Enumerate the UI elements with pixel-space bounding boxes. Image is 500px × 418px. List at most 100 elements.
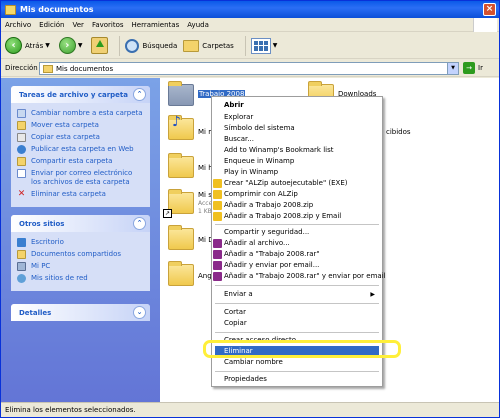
menu-edicion[interactable]: Edición: [39, 21, 64, 29]
folders-icon: [183, 39, 200, 52]
menu-item-explorar[interactable]: Explorar: [224, 112, 253, 123]
menu-archivo[interactable]: Archivo: [5, 21, 31, 29]
task-rename[interactable]: Cambiar nombre a esta carpeta: [17, 109, 144, 118]
menu-item-cambiar-nombre[interactable]: Cambiar nombre: [224, 357, 283, 368]
task-copy-label: Copiar esta carpeta: [31, 133, 100, 141]
title-bar[interactable]: Mis documentos ×: [1, 1, 499, 18]
toolbar-divider: [119, 35, 121, 56]
menu-item-cortar[interactable]: Cortar: [224, 307, 246, 318]
task-publish-label: Publicar esta carpeta en Web: [31, 145, 134, 153]
task-pane: Tareas de archivo y carpeta ⌃ Cambiar no…: [1, 78, 160, 402]
menu-item-add-rar[interactable]: Añadir a "Trabajo 2008.rar": [213, 249, 320, 260]
task-share[interactable]: Compartir esta carpeta: [17, 157, 144, 166]
place-desktop-label: Escritorio: [31, 238, 64, 246]
other-places-title: Otros sitios: [19, 219, 65, 228]
views-button[interactable]: ▼: [250, 37, 281, 54]
folder-ange-icon[interactable]: [168, 261, 194, 286]
place-my-pc[interactable]: Mi PC: [17, 262, 144, 271]
task-delete[interactable]: ✕ Eliminar esta carpeta: [17, 190, 144, 199]
folder-trabajo-icon[interactable]: [168, 81, 194, 106]
alzip-icon: [213, 212, 222, 221]
menu-item-winamp-play[interactable]: Play in Winamp: [224, 167, 278, 178]
folder-mih-icon[interactable]: [168, 153, 194, 178]
menu-separator: [215, 285, 379, 286]
shortcut-sub2: 1 KB: [198, 208, 212, 215]
other-places-header[interactable]: Otros sitios ⌃: [11, 215, 150, 232]
folder-received-label[interactable]: cibidos: [386, 128, 411, 136]
task-publish[interactable]: Publicar esta carpeta en Web: [17, 145, 144, 154]
folders-button[interactable]: Carpetas: [183, 39, 234, 52]
menu-item-winamp-enqueue[interactable]: Enqueue in Winamp: [224, 156, 294, 167]
place-network[interactable]: Mis sitios de red: [17, 274, 144, 283]
menu-item-alzip-compress[interactable]: Comprimir con ALZip: [213, 189, 298, 200]
go-button[interactable]: Ir: [478, 64, 483, 72]
task-rename-label: Cambiar nombre a esta carpeta: [31, 109, 143, 117]
place-shared-docs[interactable]: Documentos compartidos: [17, 250, 144, 259]
go-arrow-icon[interactable]: →: [463, 62, 475, 74]
expand-icon[interactable]: ⌄: [133, 306, 146, 319]
menu-bar: Archivo Edición Ver Favoritos Herramient…: [1, 18, 499, 32]
task-email[interactable]: Enviar por correo electrónico los archiv…: [17, 169, 144, 187]
network-icon: [17, 274, 26, 283]
details-header[interactable]: Detalles ⌄: [11, 304, 150, 321]
menu-item-compartir[interactable]: Compartir y seguridad...: [224, 227, 309, 238]
menu-herramientas[interactable]: Herramientas: [132, 21, 180, 29]
back-label: Atrás: [25, 41, 44, 50]
address-label: Dirección: [5, 64, 38, 72]
menu-item-simbolo[interactable]: Símbolo del sistema: [224, 123, 295, 134]
winrar-icon: [213, 272, 222, 281]
place-shared-docs-label: Documentos compartidos: [31, 250, 122, 258]
menu-item-enviar-a[interactable]: Enviar a ▶: [224, 289, 380, 300]
menu-item-add-zip-email[interactable]: Añadir a Trabajo 2008.zip y Email: [213, 211, 341, 222]
menu-item-copiar[interactable]: Copiar: [224, 318, 247, 329]
address-bar: Dirección Mis documentos ▼ → Ir: [1, 60, 499, 77]
up-button[interactable]: [91, 37, 109, 54]
menu-item-propiedades[interactable]: Propiedades: [224, 374, 267, 385]
menu-item-winamp-bookmark[interactable]: Add to Winamp's Bookmark list: [224, 145, 334, 156]
views-icon: [250, 37, 271, 54]
place-desktop[interactable]: Escritorio: [17, 238, 144, 247]
menu-ver[interactable]: Ver: [73, 21, 84, 29]
menu-favoritos[interactable]: Favoritos: [92, 21, 124, 29]
menu-item-abrir[interactable]: Abrir: [224, 100, 244, 111]
task-copy[interactable]: Copiar esta carpeta: [17, 133, 144, 142]
copy-icon: [17, 133, 26, 142]
details-panel: Detalles ⌄: [11, 304, 150, 321]
chevron-down-icon[interactable]: ▼: [45, 42, 50, 49]
shared-folder-icon: [17, 250, 26, 259]
chevron-down-icon[interactable]: ▼: [78, 42, 83, 49]
menu-item-add-rar-email[interactable]: Añadir a "Trabajo 2008.rar" y enviar por…: [213, 271, 386, 282]
place-network-label: Mis sitios de red: [31, 274, 88, 282]
menu-item-add-archive-label: Añadir al archivo...: [224, 239, 290, 247]
menu-item-add-zip[interactable]: Añadir a Trabajo 2008.zip: [213, 200, 313, 211]
chevron-down-icon[interactable]: ▼: [273, 42, 278, 49]
address-input[interactable]: Mis documentos ▼: [39, 62, 459, 75]
address-dropdown-button[interactable]: ▼: [447, 63, 458, 74]
file-tasks-header[interactable]: Tareas de archivo y carpeta ⌃: [11, 86, 150, 103]
menu-item-buscar[interactable]: Buscar...: [224, 134, 254, 145]
close-button[interactable]: ×: [483, 3, 496, 16]
menu-ayuda[interactable]: Ayuda: [187, 21, 209, 29]
globe-icon: [17, 145, 26, 154]
search-button[interactable]: Búsqueda: [125, 38, 178, 53]
menu-item-alzip-exe[interactable]: Crear "ALZip autoejecutable" (EXE): [213, 178, 348, 189]
menu-item-add-archive[interactable]: Añadir al archivo...: [213, 238, 290, 249]
file-tasks-title: Tareas de archivo y carpeta: [19, 90, 128, 99]
shortcut-label[interactable]: Mi s: [198, 191, 212, 199]
search-label: Búsqueda: [142, 41, 178, 50]
collapse-icon[interactable]: ⌃: [133, 217, 146, 230]
forward-button[interactable]: › ▼: [58, 37, 86, 54]
menu-item-add-rar-label: Añadir a "Trabajo 2008.rar": [224, 250, 320, 258]
folders-label: Carpetas: [202, 41, 234, 50]
submenu-arrow-icon: ▶: [370, 291, 375, 298]
alzip-icon: [213, 190, 222, 199]
music-note-icon: ♪: [172, 114, 181, 130]
menu-separator: [215, 224, 379, 225]
back-arrow-icon: ‹: [5, 37, 22, 54]
task-move[interactable]: Mover esta carpeta: [17, 121, 144, 130]
toolbar-divider: [244, 35, 246, 56]
menu-item-add-send-email[interactable]: Añadir y enviar por email...: [213, 260, 319, 271]
back-button[interactable]: ‹ Atrás ▼: [5, 37, 53, 54]
folder-mid-icon[interactable]: [168, 225, 194, 250]
collapse-icon[interactable]: ⌃: [133, 88, 146, 101]
